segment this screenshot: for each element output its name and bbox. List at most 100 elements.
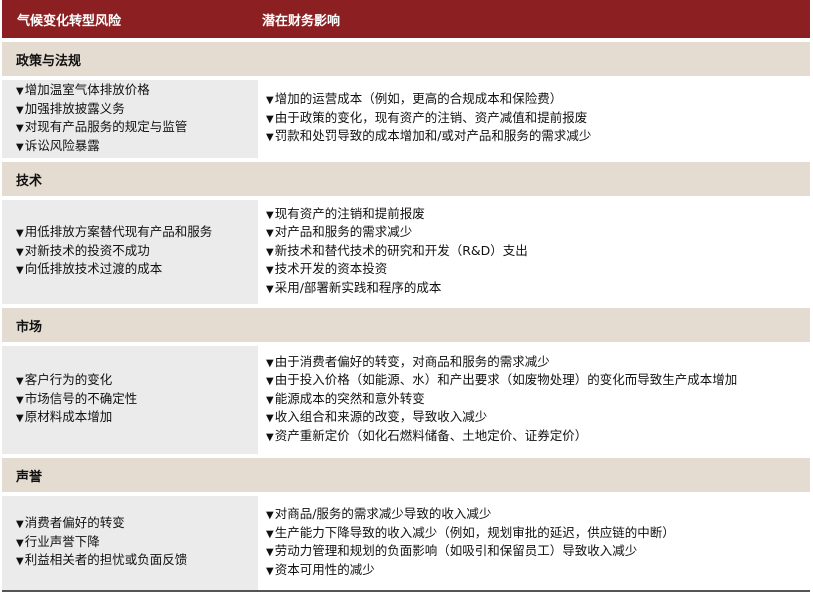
impact-list: ▼对商品/服务的需求减少导致的收入减少 ▼生产能力下降导致的收入减少（例如，规划审…	[258, 496, 810, 590]
risk-item-text: 消费者偏好的转变	[24, 515, 125, 531]
impact-item-text: 由于消费者偏好的转变，对商品和服务的需求减少	[274, 353, 550, 369]
bullet-triangle-icon: ▼	[266, 209, 274, 221]
impact-item-text: 新技术和替代技术的研究和开发（R&D）支出	[274, 242, 528, 258]
bullet-triangle-icon: ▼	[266, 528, 274, 540]
risk-item-text: 对现有产品服务的规定与监管	[24, 119, 188, 134]
bullet-triangle-icon: ▼	[16, 376, 24, 388]
risk-item-text: 诉讼风险暴露	[24, 137, 100, 153]
bullet-triangle-icon: ▼	[266, 510, 274, 521]
bullet-triangle-icon: ▼	[266, 228, 274, 240]
impact-item-text: 劳动力管理和规划的负面影响（如吸引和保留员工）导致收入减少	[274, 543, 638, 558]
bullet-triangle-icon: ▼	[16, 519, 24, 531]
bullet-triangle-icon: ▼	[266, 283, 274, 295]
bullet-triangle-icon: ▼	[266, 246, 274, 258]
risk-item: ▼原材料成本增加	[16, 409, 258, 428]
risk-item: ▼增加温室气体排放价格	[16, 82, 258, 101]
impact-item-text: 技术开发的资本投资	[274, 261, 388, 277]
impact-item-text: 对商品/服务的需求减少导致的收入减少	[274, 506, 492, 521]
bullet-triangle-icon: ▼	[266, 95, 274, 107]
impact-item-text: 能源成本的突然和意外转变	[274, 390, 425, 406]
bullet-triangle-icon: ▼	[16, 556, 24, 568]
risk-item-text: 用低排放方案替代现有产品和服务	[24, 224, 213, 240]
table-header: 气候变化转型风险 潜在财务影响	[2, 0, 810, 38]
impact-item: ▼资本可用性的减少	[266, 562, 810, 581]
section-row: ▼增加温室气体排放价格 ▼加强排放披露义务 ▼对现有产品服务的规定与监管 ▼诉讼风险暴…	[2, 80, 810, 158]
risk-item-text: 利益相关者的担忧或负面反馈	[24, 552, 188, 568]
risk-list: ▼消费者偏好的转变 ▼行业声誉下降 ▼利益相关者的担忧或负面反馈	[2, 496, 258, 590]
risk-item: ▼市场信号的不确定性	[16, 391, 258, 410]
bullet-triangle-icon: ▼	[266, 431, 274, 443]
risk-list: ▼增加温室气体排放价格 ▼加强排放披露义务 ▼对现有产品服务的规定与监管 ▼诉讼风险暴…	[2, 80, 258, 158]
risk-item: ▼诉讼风险暴露	[16, 138, 258, 157]
impact-item: ▼现有资产的注销和提前报废	[266, 206, 810, 225]
bullet-triangle-icon: ▼	[266, 376, 274, 388]
impact-list: ▼由于消费者偏好的转变，对商品和服务的需求减少 ▼由于投入价格（如能源、水）和产出…	[258, 346, 810, 454]
section-row: ▼消费者偏好的转变 ▼行业声誉下降 ▼利益相关者的担忧或负面反馈 ▼对商品/服务的需求…	[2, 496, 810, 590]
section-title: 政策与法规	[2, 42, 810, 76]
impact-item: ▼由于消费者偏好的转变，对商品和服务的需求减少	[266, 354, 810, 373]
risk-item: ▼向低排放技术过渡的成本	[16, 261, 258, 280]
bullet-triangle-icon: ▼	[16, 104, 24, 116]
impact-item-text: 生产能力下降导致的收入减少（例如，规划审批的延迟，供应链的中断）	[274, 524, 675, 540]
impact-item: ▼新技术和替代技术的研究和开发（R&D）支出	[266, 243, 810, 262]
impact-item: ▼采用/部署新实践和程序的成本	[266, 280, 810, 299]
impact-item-text: 采用/部署新实践和程序的成本	[274, 279, 442, 295]
impact-item: ▼由于政策的变化，现有资产的注销、资产减值和提前报废	[266, 110, 810, 129]
bullet-triangle-icon: ▼	[16, 86, 24, 97]
impact-item: ▼能源成本的突然和意外转变	[266, 391, 810, 410]
risk-item: ▼加强排放披露义务	[16, 101, 258, 120]
impact-item: ▼由于投入价格（如能源、水）和产出要求（如废物处理）的变化而导致生产成本增加	[266, 372, 810, 391]
bullet-triangle-icon: ▼	[266, 413, 274, 425]
bullet-triangle-icon: ▼	[16, 537, 24, 549]
section-title: 声誉	[2, 458, 810, 492]
risk-list: ▼客户行为的变化 ▼市场信号的不确定性 ▼原材料成本增加	[2, 346, 258, 454]
bullet-triangle-icon: ▼	[16, 123, 24, 134]
risk-item-text: 加强排放披露义务	[24, 100, 125, 116]
impact-item: ▼增加的运营成本（例如，更高的合规成本和保险费）	[266, 91, 810, 110]
impact-item: ▼对商品/服务的需求减少导致的收入减少	[266, 506, 810, 525]
risk-table: 气候变化转型风险 潜在财务影响 政策与法规 ▼增加温室气体排放价格 ▼加强排放披露义…	[2, 0, 810, 592]
impact-item: ▼罚款和处罚导致的成本增加和/或对产品和服务的需求减少	[266, 128, 810, 147]
risk-item: ▼用低排放方案替代现有产品和服务	[16, 224, 258, 243]
impact-list: ▼增加的运营成本（例如，更高的合规成本和保险费） ▼由于政策的变化，现有资产的注销…	[258, 80, 810, 158]
impact-item: ▼收入组合和来源的改变，导致收入减少	[266, 409, 810, 428]
bullet-triangle-icon: ▼	[266, 394, 274, 406]
risk-item: ▼利益相关者的担忧或负面反馈	[16, 552, 258, 571]
risk-item-text: 市场信号的不确定性	[24, 390, 138, 406]
risk-item-text: 向低排放技术过渡的成本	[24, 261, 163, 277]
header-col-risk: 气候变化转型风险	[17, 13, 122, 29]
risk-item: ▼行业声誉下降	[16, 534, 258, 553]
impact-item-text: 现有资产的注销和提前报废	[274, 205, 425, 221]
bullet-triangle-icon: ▼	[16, 246, 24, 258]
impact-item-text: 增加的运营成本（例如，更高的合规成本和保险费）	[274, 91, 563, 107]
bullet-triangle-icon: ▼	[16, 265, 24, 277]
impact-item-text: 对产品和服务的需求减少	[274, 224, 413, 240]
risk-item-text: 增加温室气体排放价格	[24, 82, 150, 97]
impact-item-text: 由于投入价格（如能源、水）和产出要求（如废物处理）的变化而导致生产成本增加	[274, 372, 738, 388]
section-title: 市场	[2, 308, 810, 342]
risk-item-text: 行业声誉下降	[24, 533, 100, 549]
impact-item-text: 由于政策的变化，现有资产的注销、资产减值和提前报废	[274, 109, 588, 125]
risk-item: ▼对新技术的投资不成功	[16, 243, 258, 262]
impact-item: ▼劳动力管理和规划的负面影响（如吸引和保留员工）导致收入减少	[266, 543, 810, 562]
section-row: ▼客户行为的变化 ▼市场信号的不确定性 ▼原材料成本增加 ▼由于消费者偏好的转变，对商…	[2, 346, 810, 454]
risk-list: ▼用低排放方案替代现有产品和服务 ▼对新技术的投资不成功 ▼向低排放技术过渡的成本	[2, 200, 258, 304]
bullet-triangle-icon: ▼	[16, 228, 24, 240]
table-body: 政策与法规 ▼增加温室气体排放价格 ▼加强排放披露义务 ▼对现有产品服务的规定与监管 ▼…	[2, 38, 810, 590]
header-col-impact: 潜在财务影响	[262, 13, 341, 29]
impact-item: ▼对产品和服务的需求减少	[266, 224, 810, 243]
section-row: ▼用低排放方案替代现有产品和服务 ▼对新技术的投资不成功 ▼向低排放技术过渡的成本 ▼…	[2, 200, 810, 304]
impact-item-text: 资产重新定价（如化石燃料储备、土地定价、证券定价）	[274, 427, 588, 443]
risk-item: ▼对现有产品服务的规定与监管	[16, 119, 258, 138]
bullet-triangle-icon: ▼	[266, 132, 274, 144]
impact-item: ▼资产重新定价（如化石燃料储备、土地定价、证券定价）	[266, 428, 810, 447]
impact-item-text: 收入组合和来源的改变，导致收入减少	[274, 409, 488, 425]
impact-item-text: 资本可用性的减少	[274, 561, 375, 577]
risk-item: ▼客户行为的变化	[16, 372, 258, 391]
risk-item: ▼消费者偏好的转变	[16, 515, 258, 534]
impact-item: ▼生产能力下降导致的收入减少（例如，规划审批的延迟，供应链的中断）	[266, 525, 810, 544]
bullet-triangle-icon: ▼	[266, 265, 274, 277]
bullet-triangle-icon: ▼	[266, 565, 274, 577]
risk-item-text: 客户行为的变化	[24, 372, 113, 388]
risk-item-text: 原材料成本增加	[24, 409, 113, 425]
